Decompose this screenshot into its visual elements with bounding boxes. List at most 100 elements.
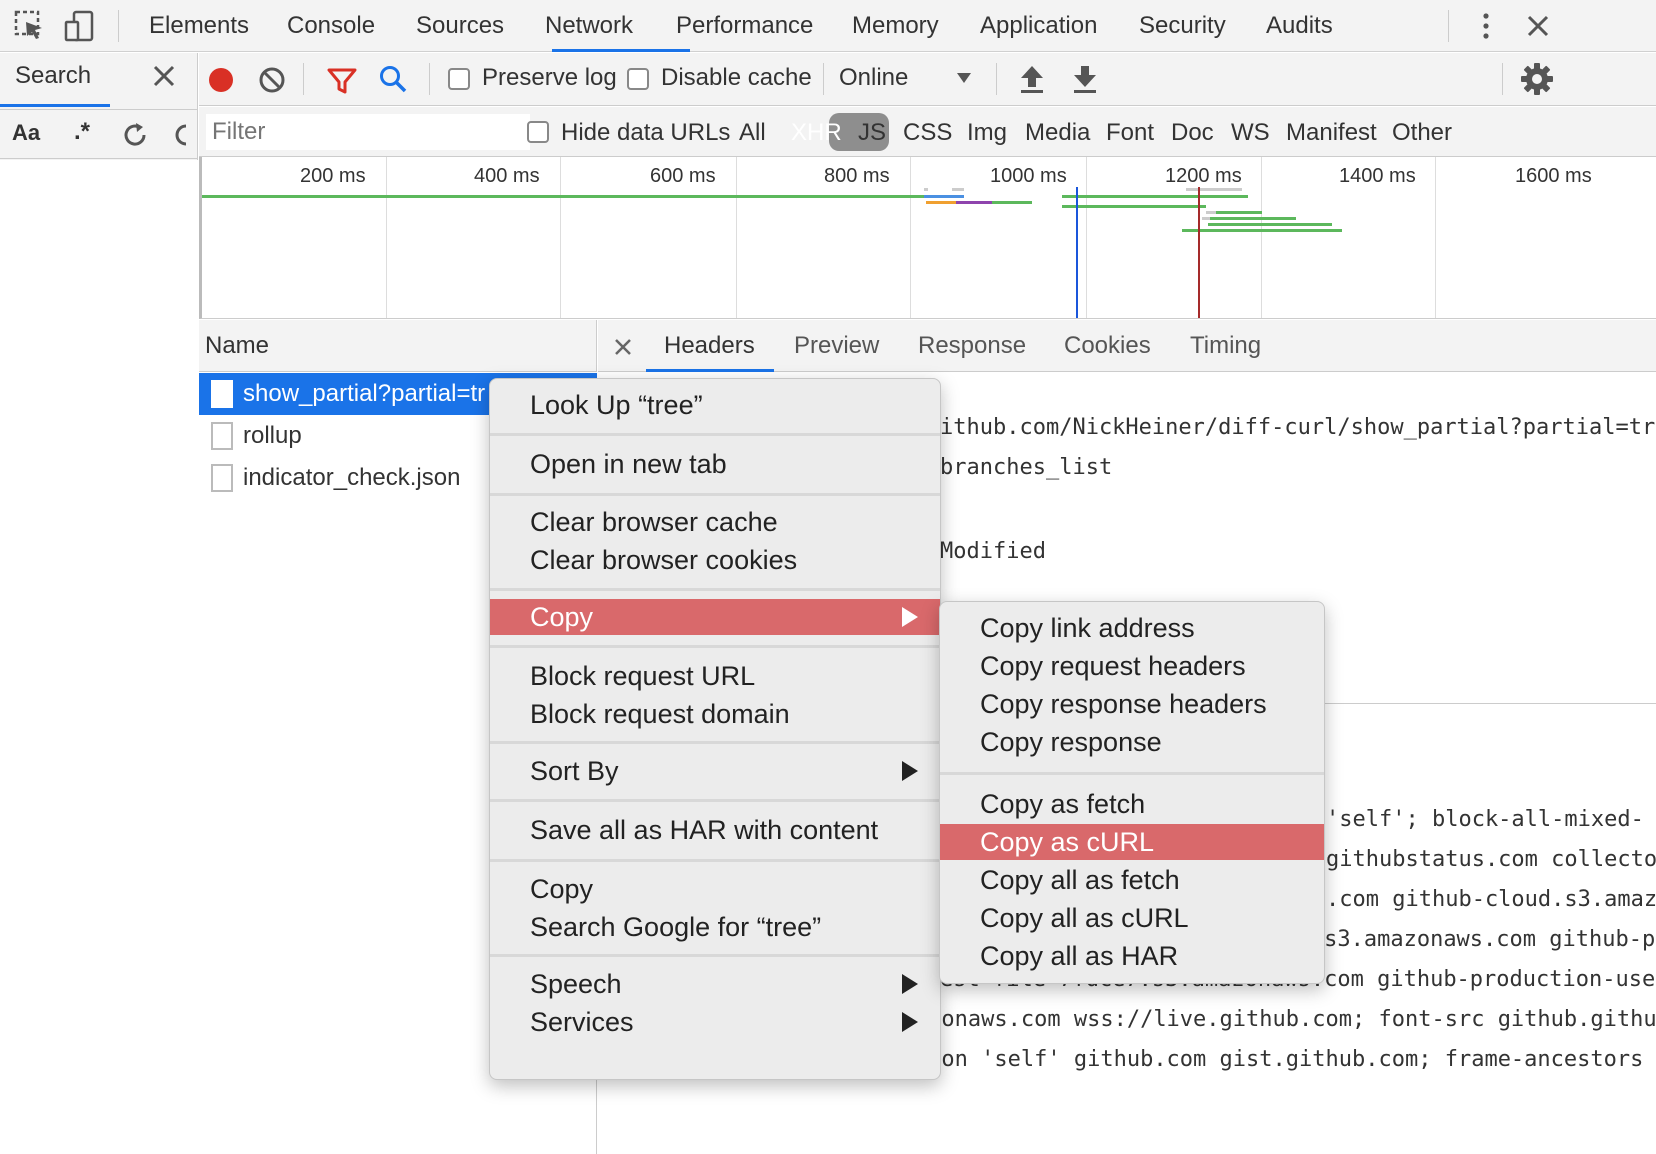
section-divider [1298, 703, 1656, 704]
toolbar-divider [1502, 63, 1503, 95]
menu-item-block-url[interactable]: Block request URL [490, 658, 940, 694]
close-search-icon[interactable] [150, 62, 178, 90]
submenu-item-copy-all-as-har[interactable]: Copy all as HAR [940, 938, 1324, 974]
submenu-item-copy-all-as-fetch[interactable]: Copy all as fetch [940, 862, 1324, 898]
throttling-select[interactable]: Online [839, 53, 979, 105]
tab-cookies[interactable]: Cookies [1064, 332, 1151, 360]
timeline-overview[interactable]: 200 ms 400 ms 600 ms 800 ms 1000 ms 1200… [199, 157, 1656, 319]
search-icon[interactable] [376, 62, 410, 96]
menu-item-sort-by[interactable]: Sort By [490, 753, 940, 789]
menu-item-look-up[interactable]: Look Up “tree” [490, 387, 940, 423]
import-har-icon[interactable] [1017, 63, 1047, 95]
menu-separator [940, 772, 1324, 775]
tab-headers[interactable]: Headers [664, 332, 755, 360]
tab-response[interactable]: Response [918, 332, 1026, 360]
requests-column-header[interactable]: Name [199, 320, 597, 372]
filter-icon[interactable] [325, 63, 359, 97]
timeline-tick: 800 ms [824, 165, 890, 187]
toolbar-divider [303, 63, 304, 95]
tab-security[interactable]: Security [1139, 0, 1226, 52]
menu-item-speech[interactable]: Speech [490, 966, 940, 1002]
filter-type-css[interactable]: CSS [903, 119, 952, 147]
menu-item-block-domain[interactable]: Block request domain [490, 696, 940, 732]
throttling-value: Online [839, 64, 909, 91]
timeline-bar [1062, 195, 1248, 198]
timeline-bar [1208, 223, 1332, 226]
request-name: show_partial?partial=tr [243, 380, 486, 407]
tab-network[interactable]: Network [545, 0, 633, 52]
submenu-item-copy-link[interactable]: Copy link address [940, 610, 1324, 646]
settings-gear-icon[interactable] [1519, 61, 1555, 97]
timeline-bar [1062, 205, 1206, 208]
menu-item-search-google[interactable]: Search Google for “tree” [490, 909, 940, 945]
search-options-bar: Aa .* [0, 109, 198, 159]
menu-item-services[interactable]: Services [490, 1004, 940, 1040]
submenu-arrow-icon [902, 761, 918, 781]
menu-item-save-har[interactable]: Save all as HAR with content [490, 812, 940, 848]
timeline-bar [992, 201, 1032, 204]
submenu-item-copy-as-fetch[interactable]: Copy as fetch [940, 786, 1324, 822]
menu-separator [490, 588, 940, 591]
filter-type-img[interactable]: Img [967, 119, 1007, 147]
filter-type-media[interactable]: Media [1025, 119, 1090, 147]
submenu-item-copy-request-headers[interactable]: Copy request headers [940, 648, 1324, 684]
timeline-bar [956, 201, 992, 204]
inspect-element-icon[interactable] [12, 8, 48, 44]
tab-memory[interactable]: Memory [852, 0, 939, 52]
menu-item-open-new-tab[interactable]: Open in new tab [490, 446, 940, 482]
timeline-bar [952, 188, 964, 191]
tab-preview[interactable]: Preview [794, 332, 879, 360]
copy-submenu: Copy link address Copy request headers C… [939, 601, 1325, 984]
clear-icon[interactable] [255, 63, 289, 97]
submenu-arrow-icon [902, 607, 918, 627]
filter-type-font[interactable]: Font [1106, 119, 1154, 147]
preserve-log-checkbox[interactable] [448, 68, 470, 90]
timeline-bar [1186, 188, 1242, 191]
filter-type-js[interactable]: JS [858, 119, 886, 147]
tab-application[interactable]: Application [980, 0, 1097, 52]
close-devtools-icon[interactable] [1520, 8, 1556, 44]
submenu-item-copy-response-headers[interactable]: Copy response headers [940, 686, 1324, 722]
menu-item-clear-cache[interactable]: Clear browser cache [490, 504, 940, 540]
filter-input[interactable] [206, 114, 530, 150]
hide-data-urls-checkbox[interactable] [527, 121, 549, 143]
export-har-icon[interactable] [1070, 63, 1100, 95]
filter-type-manifest[interactable]: Manifest [1286, 119, 1377, 147]
menu-item-copy[interactable]: Copy [490, 599, 940, 635]
search-results-area [0, 160, 198, 1154]
menu-item-clear-cookies[interactable]: Clear browser cookies [490, 542, 940, 578]
submenu-item-copy-all-as-curl[interactable]: Copy all as cURL [940, 900, 1324, 936]
timeline-bar [1202, 217, 1210, 220]
filter-type-xhr[interactable]: XHR [791, 119, 842, 147]
search-tab[interactable]: Search [15, 62, 91, 90]
dropdown-arrow-icon [957, 73, 971, 83]
record-icon[interactable] [203, 62, 239, 98]
disable-cache-label: Disable cache [661, 64, 812, 91]
menu-separator [490, 799, 940, 802]
more-options-icon[interactable] [1468, 8, 1504, 44]
tab-console[interactable]: Console [287, 0, 375, 52]
tab-timing[interactable]: Timing [1190, 332, 1261, 360]
submenu-item-copy-response[interactable]: Copy response [940, 724, 1324, 760]
filter-type-ws[interactable]: WS [1231, 119, 1270, 147]
device-toolbar-icon[interactable] [62, 8, 98, 44]
regex-toggle[interactable]: .* [74, 118, 90, 146]
tab-sources[interactable]: Sources [416, 0, 504, 52]
menu-separator [490, 859, 940, 862]
tab-audits[interactable]: Audits [1266, 0, 1333, 52]
clear-search-icon[interactable] [170, 120, 190, 150]
dom-content-loaded-marker [1076, 187, 1078, 318]
filter-type-doc[interactable]: Doc [1171, 119, 1214, 147]
match-case-toggle[interactable]: Aa [12, 120, 40, 146]
tab-elements[interactable]: Elements [149, 0, 249, 52]
close-detail-icon[interactable] [613, 337, 633, 357]
timeline-gridline [1435, 157, 1436, 318]
tab-performance[interactable]: Performance [676, 0, 813, 52]
filter-type-other[interactable]: Other [1392, 119, 1452, 147]
disable-cache-checkbox[interactable] [627, 68, 649, 90]
submenu-item-copy-as-curl[interactable]: Copy as cURL [940, 824, 1324, 860]
header-value: 'self'; block-all-mixed- [1326, 807, 1644, 832]
filter-type-all[interactable]: All [739, 119, 766, 147]
refresh-icon[interactable] [120, 120, 150, 150]
menu-item-copy-selection[interactable]: Copy [490, 871, 940, 907]
